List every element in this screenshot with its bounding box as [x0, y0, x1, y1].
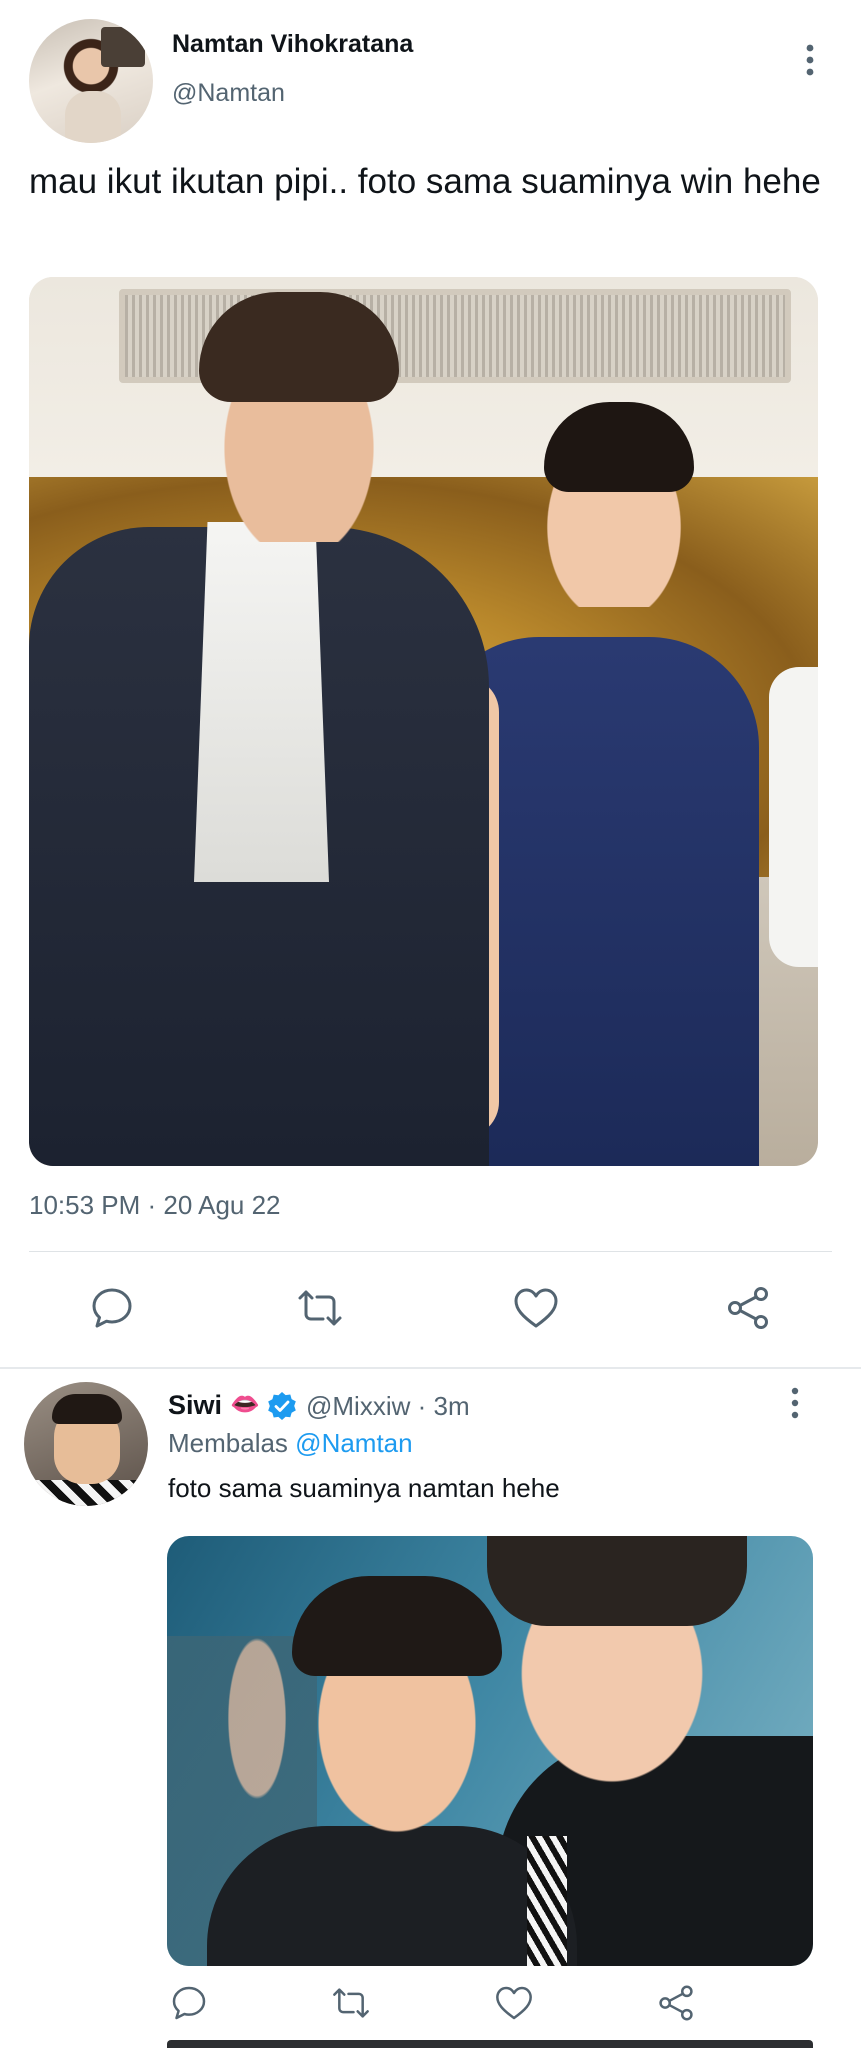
next-media-preview: [167, 2040, 813, 2048]
reply-icon[interactable]: [169, 1983, 209, 2023]
author-name[interactable]: Namtan Vihokratana: [172, 30, 413, 59]
author-handle[interactable]: @Namtan: [172, 79, 285, 108]
replying-prefix: Membalas: [168, 1428, 288, 1458]
more-options-icon[interactable]: [782, 1385, 808, 1421]
lips-emoji: 👄: [230, 1391, 260, 1418]
reply-author-avatar[interactable]: [24, 1382, 148, 1506]
share-icon[interactable]: [724, 1284, 772, 1332]
like-icon[interactable]: [512, 1284, 560, 1332]
tweet-timestamp: 10:53 PM · 20 Agu 22: [29, 1190, 281, 1220]
retweet-icon[interactable]: [331, 1983, 371, 2023]
divider: [29, 1251, 832, 1252]
reply-text: foto sama suaminya namtan hehe: [168, 1473, 560, 1503]
tweet-text: mau ikut ikutan pipi.. foto sama suaminy…: [29, 162, 821, 201]
tweet-photo[interactable]: [29, 277, 818, 1166]
more-options-icon[interactable]: [797, 40, 823, 80]
reply-handle-time: @Mixxiw · 3m: [306, 1391, 470, 1421]
retweet-icon[interactable]: [296, 1284, 344, 1332]
replying-mention-link[interactable]: @Namtan: [295, 1428, 412, 1458]
thread-divider: [0, 1367, 861, 1369]
replying-to: Membalas @Namtan: [168, 1428, 413, 1459]
like-icon[interactable]: [494, 1983, 534, 2023]
reply-photo[interactable]: [167, 1536, 813, 1966]
share-icon[interactable]: [656, 1983, 696, 2023]
reply-author-name[interactable]: Siwi: [168, 1390, 222, 1421]
verified-badge-icon: [267, 1391, 297, 1421]
reply-icon[interactable]: [88, 1284, 136, 1332]
author-avatar[interactable]: [29, 19, 153, 143]
